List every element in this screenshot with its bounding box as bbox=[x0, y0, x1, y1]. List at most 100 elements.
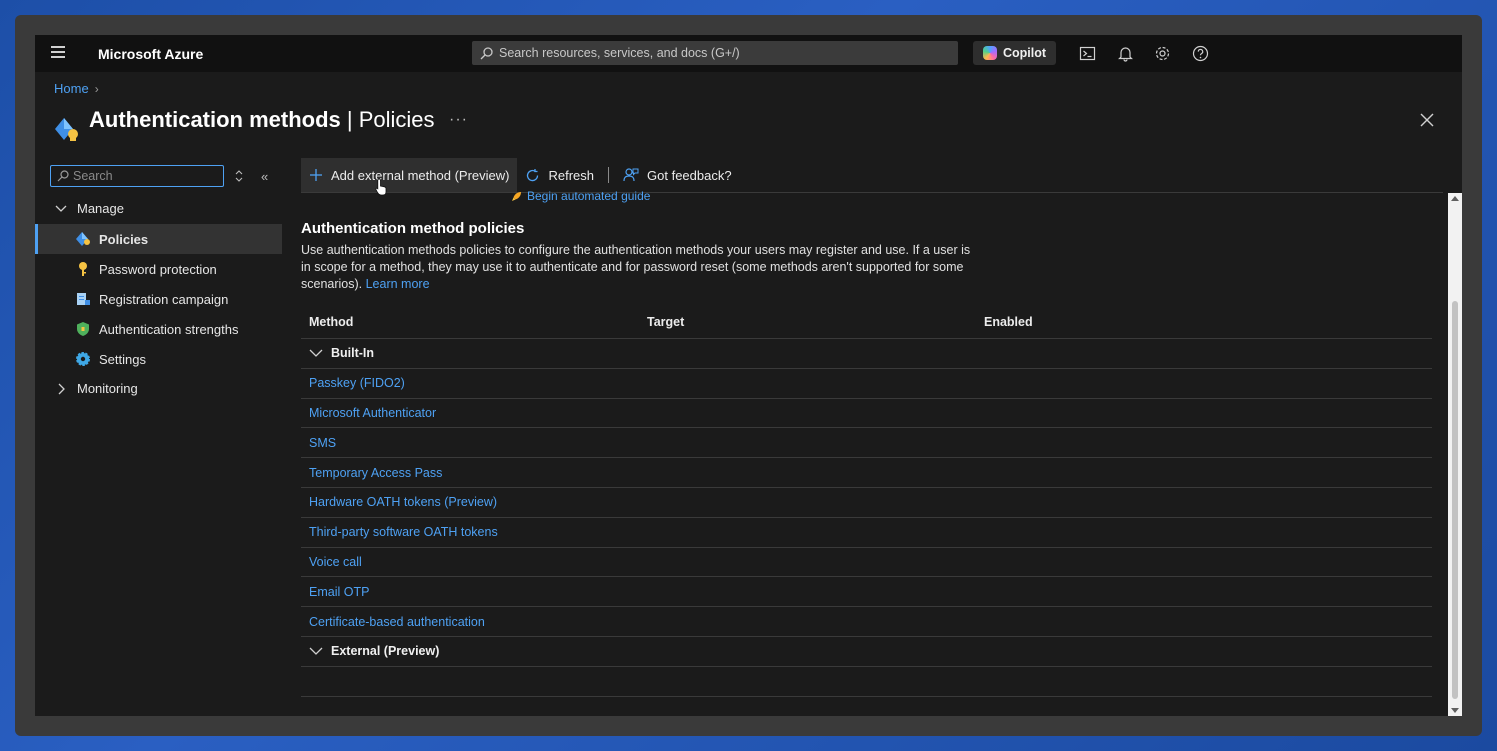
plus-icon bbox=[310, 169, 322, 181]
shield-icon bbox=[75, 321, 91, 337]
method-link-sms[interactable]: SMS bbox=[309, 436, 336, 450]
policies-table: Method Target Enabled Built-In Passkey (… bbox=[301, 307, 1432, 697]
table-row: Voice call bbox=[301, 548, 1432, 578]
sort-icon[interactable] bbox=[234, 169, 244, 183]
column-header-target[interactable]: Target bbox=[647, 315, 684, 329]
toolbar-separator bbox=[608, 167, 610, 183]
table-header: Method Target Enabled bbox=[301, 307, 1432, 339]
copilot-icon bbox=[983, 46, 997, 60]
sidebar-item-label: Registration campaign bbox=[99, 291, 229, 307]
add-external-method-button[interactable]: Add external method (Preview) bbox=[301, 158, 518, 192]
sidebar-item-label: Authentication strengths bbox=[99, 321, 239, 337]
section-description: Use authentication methods policies to c… bbox=[301, 242, 981, 293]
page-title-main: Authentication methods bbox=[89, 107, 341, 132]
global-search-placeholder: Search resources, services, and docs (G+… bbox=[499, 46, 740, 60]
method-link-passkey[interactable]: Passkey (FIDO2) bbox=[309, 376, 405, 390]
group-label: Built-In bbox=[331, 346, 375, 361]
more-options-button[interactable]: ··· bbox=[449, 111, 468, 129]
help-icon[interactable] bbox=[1192, 45, 1209, 62]
method-link-temporary-access-pass[interactable]: Temporary Access Pass bbox=[309, 466, 442, 480]
menu-icon[interactable] bbox=[51, 46, 65, 60]
method-link-email-otp[interactable]: Email OTP bbox=[309, 585, 369, 599]
nav-group-monitoring-label: Monitoring bbox=[77, 381, 138, 396]
mouse-pointer-icon bbox=[375, 178, 387, 196]
group-row-builtin[interactable]: Built-In bbox=[301, 339, 1432, 369]
begin-automated-guide-link[interactable]: Begin automated guide bbox=[511, 189, 650, 203]
scroll-up-arrow-icon[interactable] bbox=[1451, 196, 1459, 201]
page-title-separator: | bbox=[340, 107, 359, 132]
settings-gear-icon[interactable] bbox=[1154, 45, 1171, 62]
refresh-label: Refresh bbox=[548, 167, 595, 183]
brand-title[interactable]: Microsoft Azure bbox=[98, 46, 203, 62]
scroll-down-arrow-icon[interactable] bbox=[1451, 708, 1459, 713]
method-link-microsoft-authenticator[interactable]: Microsoft Authenticator bbox=[309, 406, 436, 420]
table-row: Hardware OATH tokens (Preview) bbox=[301, 488, 1432, 518]
top-bar: Microsoft Azure Search resources, servic… bbox=[35, 35, 1462, 72]
chevron-right-icon: › bbox=[94, 81, 99, 96]
section-title: Authentication method policies bbox=[301, 220, 525, 237]
nav-group-manage-label: Manage bbox=[77, 201, 124, 216]
table-row: Certificate-based authentication bbox=[301, 607, 1432, 637]
copilot-button[interactable]: Copilot bbox=[973, 41, 1056, 65]
table-row: SMS bbox=[301, 428, 1432, 459]
refresh-icon bbox=[527, 168, 539, 181]
add-external-method-label: Add external method (Preview) bbox=[331, 167, 510, 183]
column-header-method[interactable]: Method bbox=[309, 315, 353, 329]
sidebar-item-label: Password protection bbox=[99, 261, 217, 277]
method-link-hardware-oath[interactable]: Hardware OATH tokens (Preview) bbox=[309, 495, 497, 509]
breadcrumb-home-link[interactable]: Home bbox=[54, 81, 89, 96]
breadcrumb: Home › bbox=[54, 81, 99, 96]
learn-more-link[interactable]: Learn more bbox=[366, 277, 430, 291]
nav-search-input[interactable] bbox=[73, 169, 213, 183]
chevron-down-icon bbox=[309, 647, 323, 656]
feedback-button[interactable]: Got feedback? bbox=[615, 158, 740, 192]
method-link-third-party-oath[interactable]: Third-party software OATH tokens bbox=[309, 525, 498, 539]
collapse-nav-button[interactable]: « bbox=[261, 169, 268, 184]
refresh-button[interactable]: Refresh bbox=[517, 158, 602, 192]
chevron-down-icon bbox=[55, 205, 67, 212]
feedback-label: Got feedback? bbox=[647, 167, 732, 183]
sidebar-item-label: Policies bbox=[99, 231, 149, 247]
feedback-icon bbox=[623, 168, 639, 182]
group-label: External (Preview) bbox=[331, 644, 440, 659]
search-icon bbox=[480, 46, 493, 59]
content-scrollbar[interactable] bbox=[1448, 193, 1462, 716]
nav-search-field[interactable] bbox=[50, 165, 224, 187]
nav-group-monitoring[interactable]: Monitoring bbox=[55, 381, 138, 396]
sidebar-item-settings[interactable]: Settings bbox=[35, 344, 282, 374]
method-link-voice-call[interactable]: Voice call bbox=[309, 555, 362, 569]
nav-group-manage[interactable]: Manage bbox=[55, 201, 124, 216]
column-header-enabled[interactable]: Enabled bbox=[984, 315, 1033, 329]
table-row: Passkey (FIDO2) bbox=[301, 369, 1432, 399]
cloud-shell-icon[interactable] bbox=[1079, 45, 1096, 62]
copilot-label: Copilot bbox=[1003, 46, 1047, 60]
notifications-bell-icon[interactable] bbox=[1117, 45, 1134, 62]
table-row: Microsoft Authenticator bbox=[301, 399, 1432, 429]
sidebar-item-registration-campaign[interactable]: Registration campaign bbox=[35, 284, 282, 314]
table-row-empty bbox=[301, 667, 1432, 697]
begin-automated-guide-label: Begin automated guide bbox=[527, 189, 651, 203]
sidebar-item-label: Settings bbox=[99, 351, 146, 367]
policies-icon bbox=[75, 231, 91, 247]
scrollbar-thumb[interactable] bbox=[1452, 301, 1458, 699]
command-bar-divider bbox=[301, 192, 1443, 193]
table-row: Email OTP bbox=[301, 577, 1432, 608]
command-bar: Add external method (Preview) Refresh Go… bbox=[301, 158, 740, 192]
close-icon[interactable] bbox=[1420, 113, 1434, 127]
key-icon bbox=[75, 261, 91, 277]
table-row: Third-party software OATH tokens bbox=[301, 518, 1432, 548]
chevron-right-icon bbox=[58, 383, 65, 394]
campaign-icon bbox=[75, 291, 91, 307]
group-row-external[interactable]: External (Preview) bbox=[301, 637, 1432, 667]
sidebar-item-policies[interactable]: Policies bbox=[35, 224, 282, 254]
sidebar-item-authentication-strengths[interactable]: Authentication strengths bbox=[35, 314, 282, 344]
sidebar-item-password-protection[interactable]: Password protection bbox=[35, 254, 282, 284]
azure-portal-window: Microsoft Azure Search resources, servic… bbox=[35, 35, 1462, 716]
settings-gear-icon bbox=[75, 351, 91, 367]
page-title: Authentication methods | Policies bbox=[89, 107, 435, 133]
method-link-certificate-based[interactable]: Certificate-based authentication bbox=[309, 615, 485, 629]
rocket-icon bbox=[512, 191, 521, 201]
table-row: Temporary Access Pass bbox=[301, 458, 1432, 488]
global-search-input[interactable]: Search resources, services, and docs (G+… bbox=[472, 41, 958, 65]
authentication-methods-icon bbox=[55, 118, 78, 141]
